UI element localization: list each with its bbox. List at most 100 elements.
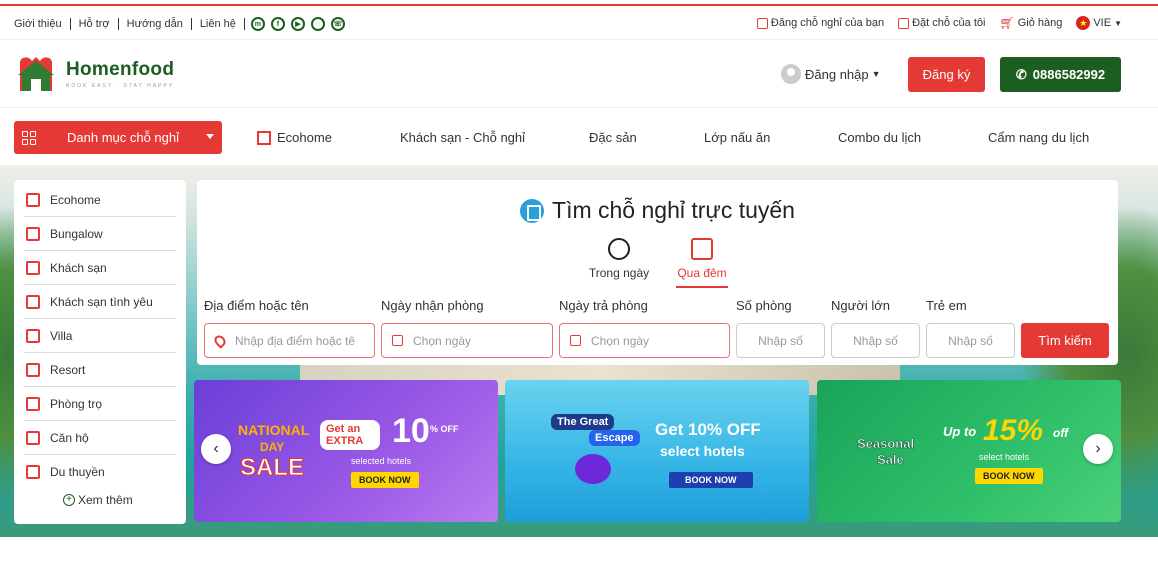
messenger-icon[interactable]: m	[250, 17, 265, 31]
chevron-right-icon: ›	[1095, 440, 1101, 457]
adults-input[interactable]: Nhập số	[831, 323, 920, 358]
phone-icon: ✆	[1015, 66, 1027, 82]
phone-button[interactable]: ✆ 0886582992	[1000, 57, 1121, 92]
cart-icon: 🛒︎	[999, 16, 1015, 30]
login-label: Đăng nhập	[805, 66, 869, 82]
location-input[interactable]: Nhập địa điểm hoặc tê	[204, 323, 375, 358]
youtube-icon[interactable]: ▶	[290, 17, 305, 31]
clock-icon	[608, 238, 630, 260]
chat-icon[interactable]: ◌	[310, 17, 325, 31]
rooms-placeholder: Nhập số	[758, 333, 803, 348]
banner3-line1: Seasonal	[857, 436, 915, 452]
villa-icon	[26, 328, 40, 343]
search-title-text: Tìm chỗ nghỉ trực tuyến	[552, 197, 795, 223]
nav-cooking-class[interactable]: Lớp nấu ăn	[704, 130, 770, 145]
nav-travel-combo[interactable]: Combo du lịch	[838, 130, 921, 145]
sidebar-item-villa[interactable]: Villa	[24, 319, 176, 353]
sidebar-item-bungalow[interactable]: Bungalow	[24, 217, 176, 251]
link-contact[interactable]: Liên hệ	[192, 18, 245, 30]
rooms-input[interactable]: Nhập số	[736, 323, 825, 358]
checkout-input[interactable]: Chọn ngày	[559, 323, 730, 358]
checkin-input[interactable]: Chọn ngày	[381, 323, 553, 358]
banner1-unit: % OFF	[430, 424, 459, 434]
logo[interactable]: Homenfood BOOK EASY · STAY HAPPY	[16, 55, 174, 93]
sidebar-item-hotel[interactable]: Khách sạn	[24, 251, 176, 285]
banner2-line2: Escape	[589, 430, 640, 446]
document-icon	[756, 17, 768, 29]
banner3-unit: off	[1053, 426, 1069, 440]
children-input[interactable]: Nhập số	[926, 323, 1015, 358]
sidebar-item-ecohome[interactable]: Ecohome	[24, 183, 176, 217]
banner1-offer: Get an EXTRA	[320, 420, 380, 450]
nav-ecohome-label: Ecohome	[277, 130, 332, 145]
main-nav: Danh mục chỗ nghỉ Ecohome Khách sạn - Ch…	[0, 109, 1158, 165]
sidebar-item-resort[interactable]: Resort	[24, 353, 176, 387]
language-label: VIE	[1093, 17, 1112, 29]
list-property-link[interactable]: Đăng chỗ nghỉ của bạn	[756, 17, 884, 29]
link-guide[interactable]: Hướng dẫn	[119, 18, 192, 30]
sidebar-item-yacht[interactable]: Du thuyền	[24, 455, 176, 489]
sidebar-item-label: Khách sạn	[50, 260, 107, 275]
location-placeholder: Nhập địa điểm hoặc tê	[235, 333, 356, 348]
list-icon	[898, 17, 910, 29]
tab-day-use-label: Trong ngày	[588, 266, 650, 280]
promo-banner-seasonal-sale[interactable]: Seasonal Sale Up to 15% off select hotel…	[817, 380, 1121, 522]
tab-day-use[interactable]: Trong ngày	[579, 238, 659, 288]
promo-banner-great-escape[interactable]: The Great Escape Get 10% OFF select hote…	[505, 380, 809, 522]
banner1-cta[interactable]: BOOK NOW	[351, 472, 419, 488]
facebook-icon[interactable]: f	[270, 17, 285, 31]
apartment-icon	[26, 430, 40, 445]
resort-icon	[26, 362, 40, 377]
cart-label: Giỏ hàng	[1017, 17, 1063, 29]
link-support[interactable]: Hỗ trợ	[71, 18, 119, 30]
my-bookings-link[interactable]: Đặt chỗ của tôi	[898, 17, 985, 29]
sidebar-item-label: Resort	[50, 362, 86, 377]
sidebar-item-label: Khách sạn tình yêu	[50, 294, 153, 309]
children-placeholder: Nhập số	[948, 333, 993, 348]
sidebar-item-label: Ecohome	[50, 192, 101, 207]
nav-travel-guide[interactable]: Cẩm nang du lịch	[988, 130, 1089, 145]
top-bar: Giới thiệu Hỗ trợ Hướng dẫn Liên hệ m f …	[0, 6, 1158, 40]
building-icon	[257, 130, 271, 145]
yacht-icon	[26, 465, 40, 479]
house-logo-icon	[18, 57, 54, 91]
promo-banner-national-day[interactable]: NATIONAL DAY SALE Get an EXTRA 10 % OFF …	[194, 380, 498, 522]
sidebar-item-apartment[interactable]: Căn hộ	[24, 421, 176, 455]
category-menu-button[interactable]: Danh mục chỗ nghỉ	[14, 121, 222, 154]
language-selector[interactable]: ★ VIE ▼	[1076, 16, 1122, 30]
banner1-line2: DAY	[260, 440, 285, 454]
children-label: Trẻ em	[926, 298, 967, 313]
sidebar-categories: Ecohome Bungalow Khách sạn Khách sạn tìn…	[14, 180, 186, 524]
sidebar-item-label: Du thuyền	[50, 465, 105, 479]
banner2-line1: The Great	[551, 414, 615, 430]
tab-overnight[interactable]: Qua đêm	[676, 238, 728, 288]
whatsapp-icon[interactable]: ☏	[330, 17, 345, 31]
banner3-line2: Sale	[877, 452, 904, 468]
phone-number: 0886582992	[1032, 67, 1106, 82]
login-button[interactable]: Đăng nhập ▼	[781, 64, 881, 84]
love-hotel-icon	[26, 294, 40, 309]
cart-link[interactable]: 🛒︎ Giỏ hàng	[999, 16, 1062, 30]
caret-down-icon	[206, 134, 214, 139]
nav-specialties[interactable]: Đặc sản	[589, 130, 637, 145]
sidebar-item-love-hotel[interactable]: Khách sạn tình yêu	[24, 285, 176, 319]
banner3-cta[interactable]: BOOK NOW	[975, 468, 1043, 484]
sidebar-item-rental-room[interactable]: Phòng trọ	[24, 387, 176, 421]
calendar-icon	[570, 335, 581, 346]
search-button[interactable]: Tìm kiếm	[1021, 323, 1109, 358]
register-button[interactable]: Đăng ký	[908, 57, 985, 92]
banner2-cta[interactable]: BOOK NOW	[669, 472, 753, 488]
carousel-prev-button[interactable]: ‹	[201, 434, 231, 464]
nav-ecohome[interactable]: Ecohome	[257, 130, 332, 145]
link-about[interactable]: Giới thiệu	[14, 18, 71, 30]
checkout-placeholder: Chọn ngày	[591, 333, 650, 348]
carousel-next-button[interactable]: ›	[1083, 434, 1113, 464]
banner1-line1: NATIONAL	[238, 422, 310, 438]
adults-placeholder: Nhập số	[853, 333, 898, 348]
banner3-percent: 15%	[983, 414, 1044, 447]
see-more-button[interactable]: + Xem thêm	[63, 493, 133, 507]
my-bookings-label: Đặt chỗ của tôi	[912, 17, 986, 29]
checkin-placeholder: Chọn ngày	[413, 333, 472, 348]
nav-hotels[interactable]: Khách sạn - Chỗ nghỉ	[400, 130, 525, 145]
top-right-actions: Đăng chỗ nghỉ của bạn Đặt chỗ của tôi 🛒︎…	[756, 16, 1122, 30]
